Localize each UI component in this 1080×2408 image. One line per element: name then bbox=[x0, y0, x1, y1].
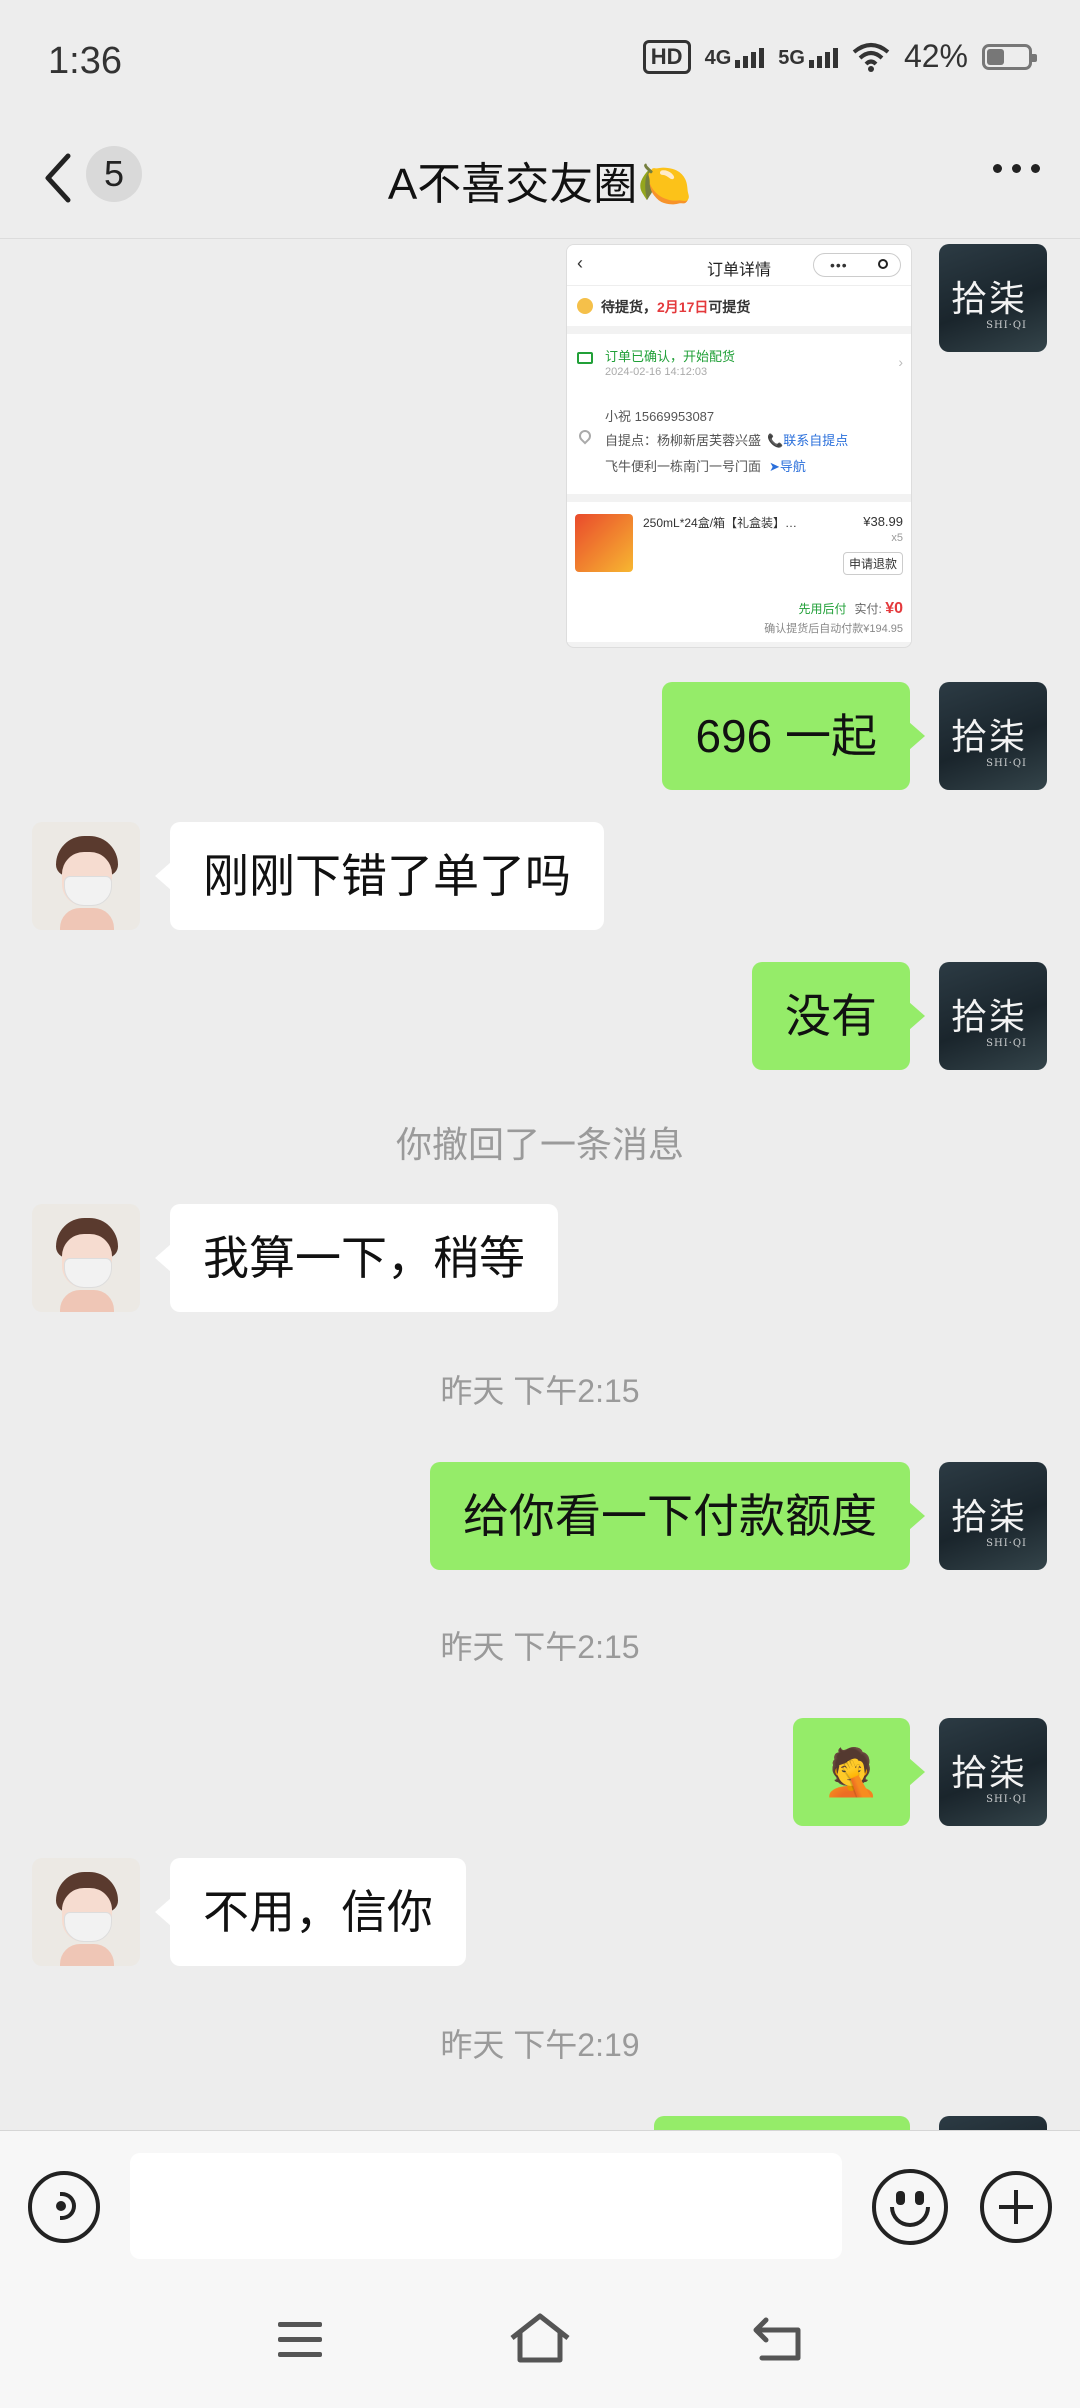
message-bubble-sent[interactable]: 696 一起 bbox=[662, 682, 925, 790]
product-card: 250mL*24盒/箱【礼盒装】… ¥38.99 x5 申请退款 先用后付 实付:… bbox=[567, 502, 911, 642]
pickup-status-row: 待提货，2月17日可提货 bbox=[567, 285, 911, 326]
paid-label: 实付: bbox=[854, 602, 882, 616]
product-image bbox=[575, 514, 633, 572]
voice-icon[interactable] bbox=[28, 2171, 100, 2243]
pickup-suffix: 可提货 bbox=[708, 299, 751, 315]
avatar-brand-sub: SHI·QI bbox=[986, 1038, 1028, 1049]
avatar-brand: 拾柒 bbox=[951, 1497, 1028, 1538]
contact-link: 📞联系自提点 bbox=[767, 433, 849, 448]
my-avatar[interactable]: 拾柒 SHI·QI bbox=[939, 244, 1047, 352]
order-screenshot-image[interactable]: ‹ 订单详情 ••• 待提货，2月17日可提货 订单已确认，开始配货 2024-… bbox=[566, 244, 912, 648]
product-price: ¥38.99 bbox=[863, 514, 903, 529]
message-bubble-sent[interactable]: 没有 bbox=[752, 962, 925, 1070]
chat-title: A不喜交友圈🍋 bbox=[387, 160, 693, 209]
contact-info: 小祝 15669953087 bbox=[605, 409, 715, 424]
battery-text: 42% bbox=[903, 38, 968, 74]
input-bar bbox=[0, 2130, 1080, 2283]
contact-avatar[interactable] bbox=[32, 1858, 140, 1966]
battery-icon bbox=[982, 43, 1037, 70]
status-icons: HD 4G 5G 42% bbox=[642, 38, 1037, 75]
recall-notice: 你撤回了一条消息 bbox=[395, 1124, 684, 1165]
net1-label: 4G bbox=[704, 46, 732, 69]
order-info-card: 订单已确认，开始配货 2024-02-16 14:12:03 › 小祝 1566… bbox=[567, 334, 911, 494]
pickup-point: 自提点：杨柳新居芙蓉兴盛 bbox=[605, 433, 762, 448]
product-name: 250mL*24盒/箱【礼盒装】… bbox=[643, 516, 798, 530]
auto-pay-note: 确认提货后自动付款¥194.95 bbox=[764, 623, 903, 635]
home-icon[interactable] bbox=[508, 2312, 572, 2364]
menu-icon[interactable] bbox=[278, 2322, 322, 2367]
status-bar: 1:36 HD 4G 5G 42% bbox=[0, 0, 1080, 120]
message-bubble-emoji[interactable]: 🤦 bbox=[792, 1718, 926, 1826]
avatar-brand: 拾柒 bbox=[951, 279, 1028, 320]
plus-icon[interactable] bbox=[980, 2171, 1052, 2243]
more-dots-icon[interactable] bbox=[993, 164, 1040, 173]
confirm-time: 2024-02-16 14:12:03 bbox=[605, 366, 708, 378]
confirm-text: 订单已确认，开始配货 bbox=[605, 349, 736, 364]
message-list[interactable]: ‹ 订单详情 ••• 待提货，2月17日可提货 订单已确认，开始配货 2024-… bbox=[0, 238, 1080, 2130]
system-navigation-bar bbox=[0, 2282, 1080, 2408]
my-avatar[interactable] bbox=[939, 2116, 1047, 2130]
truck-icon bbox=[577, 352, 593, 364]
message-bubble-sent[interactable]: 给你看一下付款额度 bbox=[430, 1462, 925, 1570]
signal-5g-icon: 5G bbox=[778, 46, 838, 68]
clock-icon bbox=[577, 298, 593, 314]
avatar-brand: 拾柒 bbox=[951, 717, 1028, 758]
product-qty: x5 bbox=[891, 532, 903, 544]
signal-4g-icon: 4G bbox=[705, 46, 765, 68]
contact-avatar[interactable] bbox=[32, 822, 140, 930]
message-input[interactable] bbox=[130, 2153, 842, 2259]
hd-icon: HD bbox=[642, 39, 691, 74]
pickup-date: 2月17日 bbox=[657, 299, 709, 315]
pay-later-label: 先用后付 bbox=[798, 602, 847, 616]
net2-label: 5G bbox=[778, 46, 805, 69]
timestamp: 昨天 下午2:15 bbox=[440, 1373, 640, 1409]
status-time: 1:36 bbox=[48, 40, 122, 82]
paid-amount: ¥0 bbox=[885, 600, 903, 617]
shop-address: 飞牛便利一栋南门一号门面 bbox=[605, 459, 762, 474]
chat-header: 5 A不喜交友圈🍋 bbox=[0, 120, 1080, 239]
pickup-status: 待提货， bbox=[601, 299, 657, 315]
message-bubble-received[interactable]: 刚刚下错了单了吗 bbox=[155, 822, 604, 930]
screenshot-capsule: ••• bbox=[813, 253, 901, 277]
message-bubble-received[interactable]: 不用，信你 bbox=[155, 1858, 466, 1966]
timestamp: 昨天 下午2:19 bbox=[440, 2027, 640, 2063]
message-bubble-received[interactable]: 我算一下，稍等 bbox=[155, 1204, 558, 1312]
chevron-right-icon: › bbox=[898, 354, 903, 370]
avatar-brand: 拾柒 bbox=[951, 1753, 1028, 1794]
avatar-brand-sub: SHI·QI bbox=[986, 1794, 1028, 1805]
avatar-brand-sub: SHI·QI bbox=[986, 1538, 1028, 1549]
message-bubble-sent-partial[interactable] bbox=[654, 2116, 910, 2130]
avatar-brand-sub: SHI·QI bbox=[986, 758, 1028, 769]
contact-avatar[interactable] bbox=[32, 1204, 140, 1312]
my-avatar[interactable]: 拾柒 SHI·QI bbox=[939, 962, 1047, 1070]
timestamp: 昨天 下午2:15 bbox=[440, 1629, 640, 1665]
wifi-icon bbox=[852, 42, 890, 72]
location-pin-icon bbox=[576, 427, 594, 445]
back-icon[interactable] bbox=[752, 2316, 804, 2362]
avatar-brand-sub: SHI·QI bbox=[986, 320, 1028, 331]
refund-button: 申请退款 bbox=[842, 552, 903, 575]
my-avatar[interactable]: 拾柒 SHI·QI bbox=[939, 682, 1047, 790]
avatar-brand: 拾柒 bbox=[951, 997, 1028, 1038]
my-avatar[interactable]: 拾柒 SHI·QI bbox=[939, 1718, 1047, 1826]
emoji-icon[interactable] bbox=[872, 2169, 948, 2245]
my-avatar[interactable]: 拾柒 SHI·QI bbox=[939, 1462, 1047, 1570]
nav-link: ➤导航 bbox=[769, 459, 806, 474]
